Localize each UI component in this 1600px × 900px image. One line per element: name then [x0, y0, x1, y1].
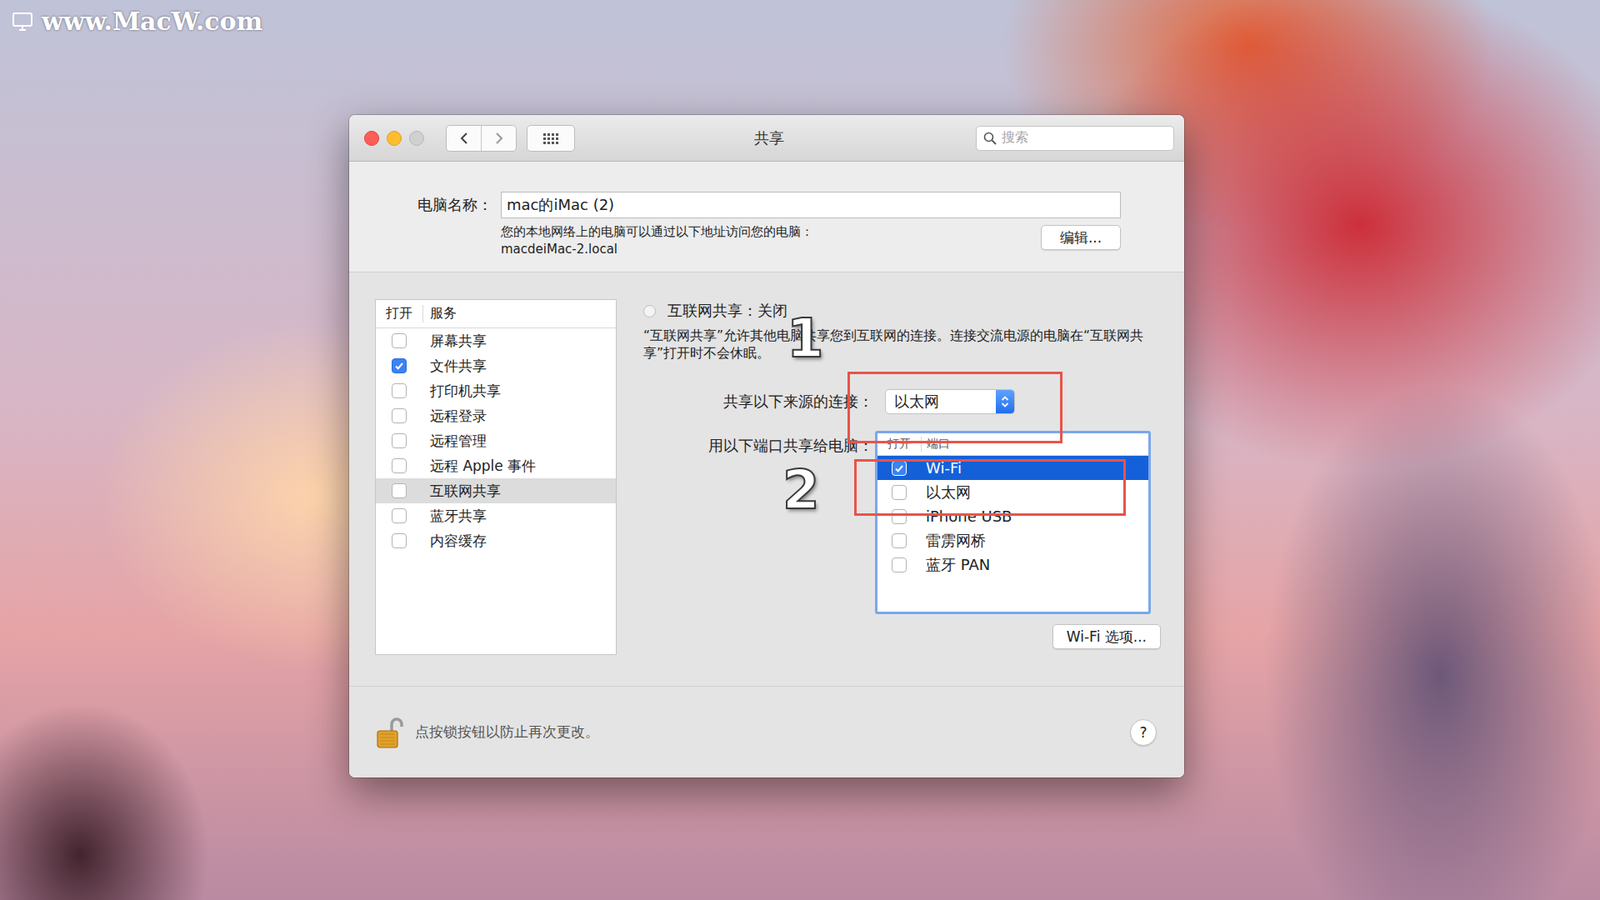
port-item[interactable]: iPhone USB [877, 504, 1149, 529]
service-item[interactable]: 文件共享 [375, 353, 616, 379]
sharing-pane: 打开服务屏幕共享文件共享打印机共享远程登录远程管理远程 Apple 事件互联网共… [349, 272, 1185, 686]
port-item[interactable]: 蓝牙 PAN [877, 552, 1149, 577]
service-label: 互联网共享 [422, 481, 616, 501]
service-checkbox[interactable] [391, 533, 407, 549]
computer-name-label: 电脑名称： [349, 195, 493, 215]
lock-hint: 点按锁按钮以防止再次更改。 [415, 722, 600, 742]
ports-label: 用以下端口共享给电脑： [643, 430, 874, 456]
port-label: iPhone USB [920, 507, 1149, 525]
back-button[interactable] [446, 125, 481, 151]
services-header: 打开服务 [375, 300, 616, 329]
wifi-options-button[interactable]: Wi-Fi 选项... [1052, 624, 1161, 650]
port-checkbox[interactable] [891, 485, 907, 500]
computer-name-section: 电脑名称： mac的iMac (2) 您的本地网络上的电脑可以通过以下地址访问您的电… [349, 161, 1185, 273]
search-field[interactable]: 搜索 [975, 125, 1175, 151]
service-checkbox[interactable] [391, 508, 407, 524]
show-all-button[interactable] [526, 125, 575, 152]
port-label: 雷雳网桥 [920, 530, 1149, 551]
ports-list: 打开端口 Wi-Fi 以太网 iPhone USB 雷雳网桥蓝牙 PAN [875, 430, 1151, 615]
service-label: 内容缓存 [422, 531, 616, 551]
port-label: 以太网 [920, 482, 1149, 503]
service-label: 打印机共享 [422, 381, 616, 401]
computer-name-field[interactable]: mac的iMac (2) [500, 191, 1121, 219]
column-header[interactable]: 服务 [422, 305, 616, 323]
watermark: www.MacW.com [11, 6, 263, 36]
column-header[interactable]: 端口 [920, 436, 1149, 452]
service-item[interactable]: 打印机共享 [375, 378, 616, 404]
column-header[interactable]: 打开 [375, 305, 423, 323]
watermark-text: www.MacW.com [41, 6, 263, 36]
port-checkbox[interactable] [891, 460, 907, 476]
service-label: 远程登录 [422, 406, 616, 426]
service-item[interactable]: 蓝牙共享 [375, 503, 616, 529]
share-from-select[interactable]: 以太网 [885, 389, 1015, 415]
back-icon [459, 131, 470, 145]
port-item[interactable]: Wi-Fi [877, 455, 1149, 480]
zoom-button[interactable] [409, 130, 425, 146]
service-label: 屏幕共享 [422, 331, 616, 351]
stepper-icon [995, 390, 1015, 414]
forward-button[interactable] [480, 125, 516, 151]
desktop: www.MacW.com 共享 搜索电脑名称： mac的iMac (2) 您的本地网络上… [0, 0, 1600, 900]
share-from-label: 共享以下来源的连接： [643, 391, 874, 412]
annotation-number: 2 [782, 463, 820, 517]
ports-header: 打开端口 [877, 433, 1149, 456]
nav-buttons [445, 125, 517, 152]
service-label: 远程 Apple 事件 [422, 456, 616, 476]
service-checkbox[interactable] [391, 433, 407, 449]
forward-icon [494, 131, 505, 145]
services-list: 打开服务屏幕共享文件共享打印机共享远程登录远程管理远程 Apple 事件互联网共… [375, 299, 617, 655]
port-checkbox[interactable] [891, 533, 907, 549]
description: “互联网共享”允许其他电脑共享您到互联网的连接。连接交流电源的电脑在“互联网共享… [643, 327, 1165, 363]
check-icon [894, 463, 905, 474]
minimize-button[interactable] [386, 130, 402, 146]
service-item[interactable]: 屏幕共享 [375, 328, 616, 354]
address-hint: 您的本地网络上的电脑可以通过以下地址访问您的电脑：macdeiMac-2.loc… [500, 223, 814, 259]
title-bar: 共享 搜索 [349, 115, 1185, 162]
grid-icon [542, 132, 560, 145]
help-button[interactable]: ? [1130, 719, 1157, 746]
preferences-window: 共享 搜索电脑名称： mac的iMac (2) 您的本地网络上的电脑可以通过以下地址访… [349, 115, 1185, 778]
port-label: Wi-Fi [920, 459, 1149, 477]
search-placeholder: 搜索 [1001, 129, 1029, 147]
service-checkbox[interactable] [391, 383, 407, 399]
column-header[interactable]: 打开 [877, 436, 921, 452]
service-item[interactable]: 互联网共享 [375, 478, 616, 504]
service-item[interactable]: 远程 Apple 事件 [375, 453, 616, 479]
service-item[interactable]: 远程管理 [375, 428, 616, 454]
service-checkbox[interactable] [391, 458, 407, 474]
service-checkbox[interactable] [391, 358, 407, 374]
internet-sharing-status: 互联网共享：关闭 [643, 300, 1165, 321]
check-icon [394, 360, 405, 371]
edit-button[interactable]: 编辑... [1040, 225, 1121, 250]
annotation-box [854, 459, 1126, 516]
annotation-number: 1 [786, 311, 825, 365]
window-controls [364, 130, 425, 146]
footer: 点按锁按钮以防止再次更改。? [349, 685, 1185, 778]
internet-sharing-detail: 互联网共享：关闭 “互联网共享”允许其他电脑共享您到互联网的连接。连接交流电源的电… [643, 299, 1165, 686]
service-checkbox[interactable] [391, 333, 407, 349]
status-radio[interactable] [643, 305, 656, 318]
port-checkbox[interactable] [891, 509, 907, 525]
service-label: 文件共享 [422, 356, 616, 376]
lock-button[interactable] [375, 715, 404, 750]
close-button[interactable] [364, 130, 380, 146]
service-checkbox[interactable] [391, 483, 407, 499]
service-item[interactable]: 内容缓存 [375, 528, 616, 554]
padlock-icon [375, 715, 404, 750]
port-item[interactable]: 雷雳网桥 [877, 528, 1149, 553]
service-checkbox[interactable] [391, 408, 407, 424]
monitor-icon [11, 11, 34, 32]
service-label: 远程管理 [422, 431, 616, 451]
status-text: 互联网共享：关闭 [667, 300, 788, 321]
annotation-box [847, 371, 1063, 444]
service-item[interactable]: 远程登录 [375, 403, 616, 429]
search-icon [983, 131, 997, 145]
port-checkbox[interactable] [891, 557, 907, 573]
port-label: 蓝牙 PAN [920, 555, 1149, 575]
local-address: macdeiMac-2.local [500, 240, 814, 259]
port-item[interactable]: 以太网 [877, 480, 1149, 505]
service-label: 蓝牙共享 [422, 506, 616, 526]
window-title: 共享 [754, 128, 785, 149]
